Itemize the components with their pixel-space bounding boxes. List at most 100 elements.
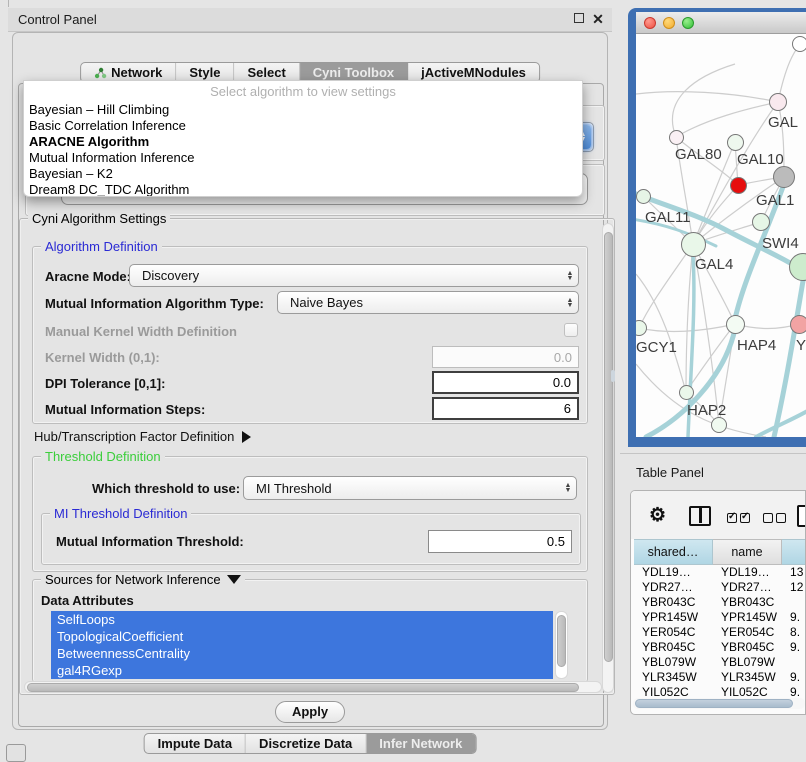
table-cell: YBR045C bbox=[713, 640, 782, 655]
table-horizontal-scrollbar[interactable] bbox=[633, 698, 805, 709]
table-cell: YDL19… bbox=[713, 565, 782, 580]
network-node[interactable] bbox=[792, 36, 806, 52]
network-node[interactable] bbox=[681, 232, 706, 257]
attributes-list-scrollbar[interactable] bbox=[555, 611, 568, 679]
network-node[interactable] bbox=[790, 315, 806, 334]
which-threshold-combobox[interactable]: MI Threshold ▲▼ bbox=[243, 476, 577, 500]
mi-steps-field[interactable]: 6 bbox=[432, 397, 579, 420]
table-cell: YDR27… bbox=[713, 580, 782, 595]
table-row[interactable]: YDL19…YDL19…13 bbox=[631, 565, 806, 580]
close-traffic-icon[interactable] bbox=[644, 17, 656, 29]
table-row[interactable]: YER054CYER054C8. bbox=[631, 625, 806, 640]
table-cell: YER054C bbox=[634, 625, 713, 640]
column-header-shared[interactable]: shared… bbox=[634, 539, 713, 565]
node-label: GAL80 bbox=[675, 146, 722, 163]
export-table-icon[interactable] bbox=[797, 505, 806, 527]
aracne-mode-combobox[interactable]: Discovery ▲▼ bbox=[129, 264, 579, 287]
settings-horizontal-scrollbar[interactable] bbox=[24, 681, 602, 693]
algorithm-option[interactable]: Basic Correlation Inference bbox=[24, 118, 582, 134]
apply-button[interactable]: Apply bbox=[275, 701, 345, 723]
table-row[interactable]: YBR045CYBR045C9. bbox=[631, 640, 806, 655]
network-node[interactable] bbox=[711, 417, 727, 433]
network-node[interactable] bbox=[679, 385, 694, 400]
mi-algorithm-type-combobox[interactable]: Naive Bayes ▲▼ bbox=[277, 291, 579, 314]
aracne-mode-label: Aracne Mode: bbox=[45, 269, 131, 284]
network-node[interactable] bbox=[730, 177, 747, 194]
table-cell: YBL079W bbox=[713, 655, 782, 670]
algorithm-option[interactable]: Mutual Information Inference bbox=[24, 150, 582, 166]
control-panel-title: Control Panel bbox=[18, 12, 97, 27]
float-window-icon[interactable] bbox=[574, 13, 584, 23]
table-row[interactable]: YPR145WYPR145W9. bbox=[631, 610, 806, 625]
table-cell: 9. bbox=[782, 640, 806, 655]
column-split-icon[interactable] bbox=[689, 506, 711, 526]
tab-label: Network bbox=[111, 65, 162, 80]
node-label: GCY1 bbox=[636, 339, 677, 356]
dpi-tolerance-field[interactable]: 0.0 bbox=[432, 371, 579, 394]
node-label: GAL1 bbox=[756, 192, 794, 209]
table-cell: YLR345W bbox=[634, 670, 713, 685]
attribute-list-item[interactable]: TopologicalCoefficient bbox=[51, 628, 553, 645]
panel-divider bbox=[620, 453, 806, 454]
hub-definition-label: Hub/Transcription Factor Definition bbox=[34, 429, 234, 444]
window-edge-tick bbox=[8, 0, 9, 7]
network-node[interactable] bbox=[727, 134, 744, 151]
tab-infer-network[interactable]: Infer Network bbox=[366, 734, 475, 753]
table-scrollbar-thumb[interactable] bbox=[635, 699, 793, 708]
table-row[interactable]: YBL079WYBL079W bbox=[631, 655, 806, 670]
mi-threshold-label: Mutual Information Threshold: bbox=[56, 534, 244, 549]
control-panel-body: ▲▼ ▲▼ NetworkStyleSelectCyni ToolboxjAct… bbox=[12, 32, 608, 730]
node-label: HAP4 bbox=[737, 337, 776, 354]
tab-discretize-data[interactable]: Discretize Data bbox=[246, 734, 366, 753]
table-toolbar: ⚙ bbox=[631, 491, 806, 539]
zoom-traffic-icon[interactable] bbox=[682, 17, 694, 29]
network-node[interactable] bbox=[773, 166, 795, 188]
which-threshold-label: Which threshold to use: bbox=[92, 481, 240, 496]
stepper-arrows-icon: ▲▼ bbox=[562, 292, 578, 313]
node-label: GAL10 bbox=[737, 151, 784, 168]
network-canvas[interactable]: GALGAL80GAL10GAL1GAL11SWI4GAL4GCY1HAP4YH… bbox=[636, 34, 806, 437]
table-cell: YBR043C bbox=[634, 595, 713, 610]
select-all-icon[interactable] bbox=[727, 510, 753, 528]
network-icon bbox=[94, 67, 107, 79]
network-node[interactable] bbox=[752, 213, 770, 231]
algorithm-option[interactable]: Bayesian – Hill Climbing bbox=[24, 102, 582, 118]
kernel-width-field[interactable]: 0.0 bbox=[432, 346, 579, 368]
algorithm-option[interactable]: ARACNE Algorithm bbox=[24, 134, 582, 150]
mi-algorithm-type-value: Naive Bayes bbox=[278, 295, 562, 310]
network-window-frame[interactable]: GALGAL80GAL10GAL1GAL11SWI4GAL4GCY1HAP4YH… bbox=[628, 8, 806, 447]
attribute-list-item[interactable]: BetweennessCentrality bbox=[51, 645, 553, 662]
sources-group-header[interactable]: Sources for Network Inference bbox=[41, 572, 245, 587]
tab-label: Select bbox=[247, 65, 285, 80]
table-row[interactable]: YLR345WYLR345W9. bbox=[631, 670, 806, 685]
algorithm-dropdown-popup: Select algorithm to view settings Bayesi… bbox=[23, 80, 583, 197]
manual-kernel-width-checkbox[interactable] bbox=[564, 323, 578, 337]
minimize-traffic-icon[interactable] bbox=[663, 17, 675, 29]
table-row[interactable]: YIL052CYIL052C9. bbox=[631, 685, 806, 696]
deselect-all-icon[interactable] bbox=[763, 510, 789, 528]
minimized-panel-icon[interactable] bbox=[6, 744, 26, 762]
column-header-a[interactable]: A bbox=[782, 539, 806, 565]
close-icon[interactable]: ✕ bbox=[592, 13, 604, 25]
attribute-list-item[interactable]: SelfLoops bbox=[51, 611, 553, 628]
data-attributes-list[interactable]: SelfLoopsTopologicalCoefficientBetweenne… bbox=[51, 611, 553, 679]
network-node[interactable] bbox=[769, 93, 787, 111]
column-header-name[interactable]: name bbox=[713, 539, 782, 565]
network-node[interactable] bbox=[669, 130, 684, 145]
splitter-handle[interactable] bbox=[611, 370, 615, 382]
table-row[interactable]: YBR043CYBR043C bbox=[631, 595, 806, 610]
network-node[interactable] bbox=[636, 189, 651, 204]
table-row[interactable]: YDR27…YDR27…12 bbox=[631, 580, 806, 595]
mi-threshold-field[interactable]: 0.5 bbox=[428, 530, 572, 553]
tab-impute-data[interactable]: Impute Data bbox=[145, 734, 246, 753]
network-window-titlebar[interactable] bbox=[636, 12, 806, 34]
network-node[interactable] bbox=[726, 315, 745, 334]
table-cell: YDR27… bbox=[634, 580, 713, 595]
table-header-row: shared…nameA bbox=[631, 539, 806, 565]
algorithm-option[interactable]: Bayesian – K2 bbox=[24, 166, 582, 182]
hub-definition-expander[interactable]: Hub/Transcription Factor Definition bbox=[34, 429, 251, 444]
attribute-list-item[interactable]: gal4RGexp bbox=[51, 662, 553, 679]
gear-icon[interactable]: ⚙ bbox=[649, 504, 666, 527]
settings-vertical-scrollbar[interactable] bbox=[602, 223, 614, 693]
algorithm-option[interactable]: Dream8 DC_TDC Algorithm bbox=[24, 182, 582, 197]
